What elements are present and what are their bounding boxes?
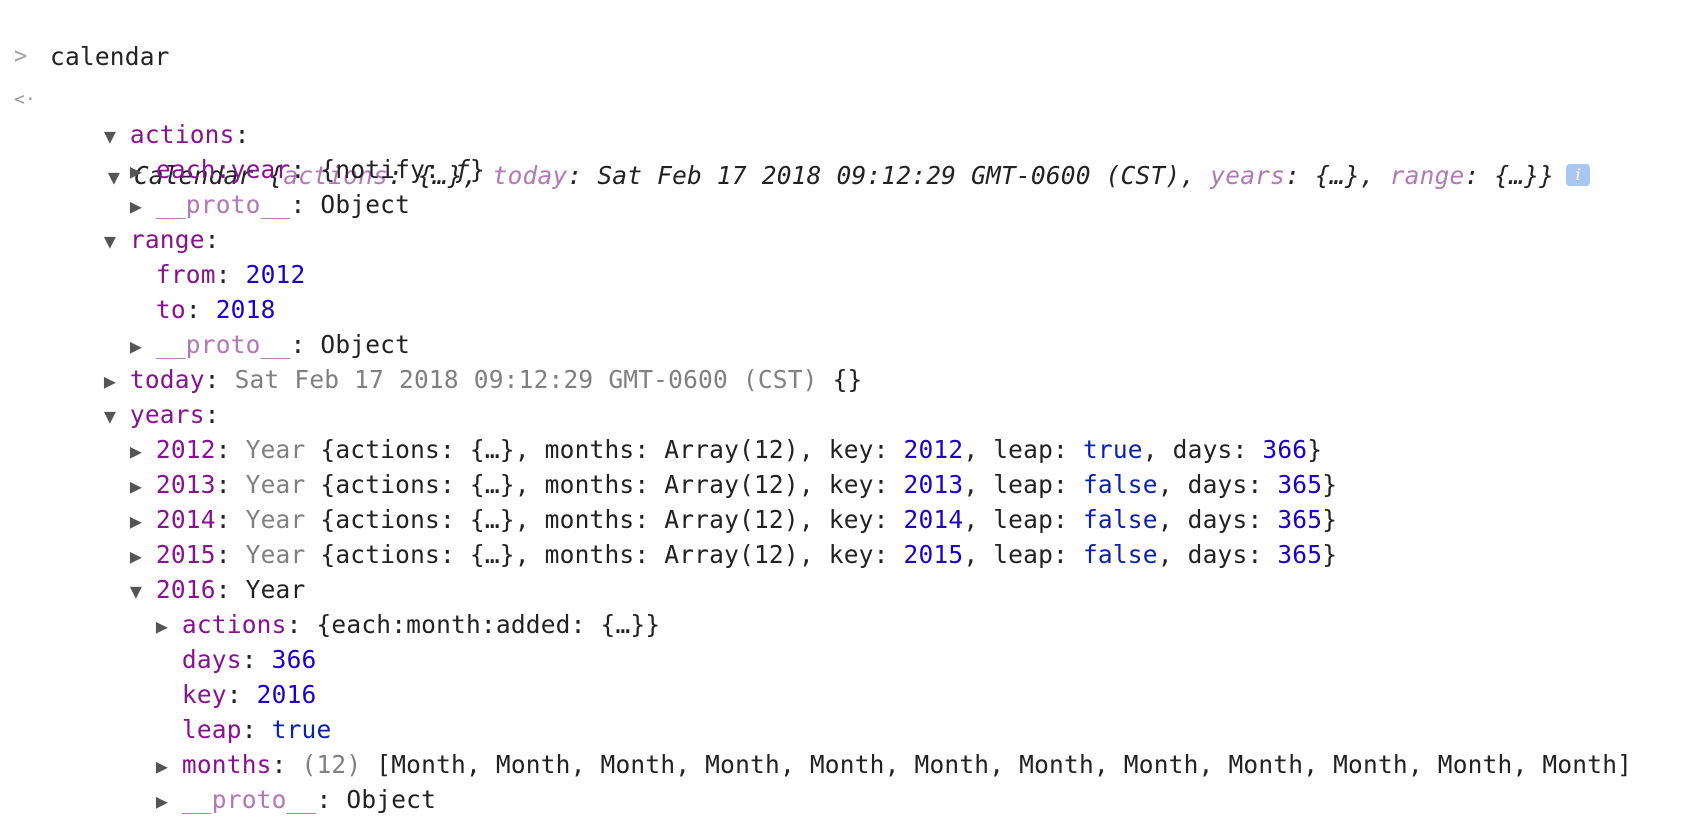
console-input-line: > calendar bbox=[0, 0, 169, 71]
tree-node-2016-proto-partial[interactable]: ▶ __proto__: Object bbox=[126, 743, 436, 814]
info-icon[interactable]: i bbox=[1566, 164, 1591, 186]
tree-node-2016-leap: leap: true bbox=[181, 715, 332, 744]
tree-node-today[interactable]: ▶ today: Sat Feb 17 2018 09:12:29 GMT-060… bbox=[74, 323, 863, 394]
tree-node-year-2013[interactable]: ▶ 2013: Year {actions: {…}, months: Array… bbox=[100, 428, 1337, 499]
tree-node-2016-key: key: 2016 bbox=[181, 680, 317, 709]
result-arrow-icon: <· bbox=[14, 89, 37, 110]
tree-node-year-2015[interactable]: ▶ 2015: Year {actions: {…}, months: Array… bbox=[100, 498, 1337, 569]
tree-node-year-2016[interactable]: ▼ 2016: Year bbox=[100, 533, 305, 604]
tree-node-2016-days: days: 366 bbox=[181, 645, 317, 674]
tree-node-2016-months[interactable]: ▶ months: (12) [Month, Month, Month, Mont… bbox=[126, 708, 1632, 779]
tree-node-range[interactable]: ▼ range: bbox=[74, 183, 220, 254]
tree-node-each-year[interactable]: ▶ each:year: {notify: ƒ} bbox=[100, 113, 485, 184]
tree-node-years[interactable]: ▼ years: bbox=[74, 358, 220, 429]
tree-node-actions[interactable]: ▼ actions: bbox=[74, 78, 250, 149]
tree-node-year-2014[interactable]: ▶ 2014: Year {actions: {…}, months: Array… bbox=[100, 463, 1337, 534]
console-input-text: calendar bbox=[50, 42, 170, 71]
tree-node-year-2012[interactable]: ▶ 2012: Year {actions: {…}, months: Array… bbox=[100, 393, 1322, 464]
tree-node-range-to: to: 2018 bbox=[155, 295, 276, 324]
tree-node-range-from: from: 2012 bbox=[155, 260, 306, 289]
tree-node-range-proto[interactable]: ▶ __proto__: Object bbox=[100, 288, 410, 359]
tree-node-2016-actions[interactable]: ▶ actions: {each:month:added: {…}} bbox=[126, 568, 660, 639]
triangle-right-icon[interactable]: ▶ bbox=[156, 782, 182, 820]
console-result-line[interactable]: <· ▼ Calendar {actions: {…}, today: Sat F… bbox=[0, 43, 1591, 190]
tree-node-actions-proto[interactable]: ▶ __proto__: Object bbox=[100, 148, 410, 219]
